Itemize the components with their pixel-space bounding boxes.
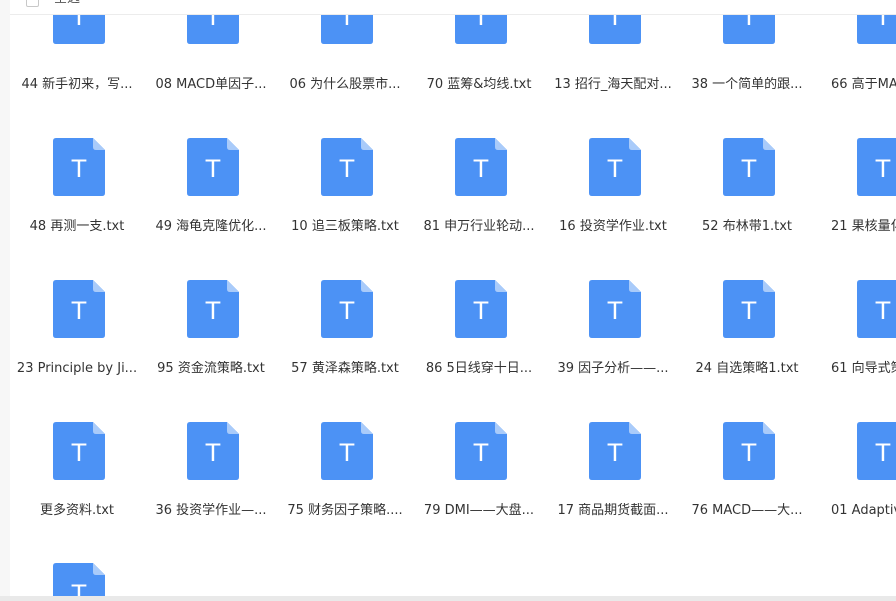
svg-text:T: T <box>473 297 489 325</box>
file-item[interactable]: T 01 Adaptive <box>814 0 896 518</box>
file-item[interactable]: T 36 投资学作业—... <box>144 0 278 518</box>
svg-text:T: T <box>875 439 891 467</box>
file-name: 49 海龟克隆优化... <box>155 219 267 234</box>
file-item[interactable]: T 79 DMI——大盘... <box>412 0 546 518</box>
file-name: 75 财务因子策略.... <box>287 503 403 518</box>
file-name: 81 申万行业轮动... <box>423 219 535 234</box>
svg-text:T: T <box>339 439 355 467</box>
select-all-checkbox[interactable] <box>26 0 39 7</box>
svg-text:T: T <box>741 439 757 467</box>
text-file-icon: T <box>53 138 105 196</box>
file-name: 16 投资学作业.txt <box>559 219 667 234</box>
svg-text:T: T <box>339 155 355 183</box>
file-item[interactable]: T 17 商品期货截面... <box>546 0 680 518</box>
svg-text:T: T <box>875 155 891 183</box>
file-name: 17 商品期货截面... <box>557 503 669 518</box>
text-file-icon: T <box>321 422 373 480</box>
select-all-label: 全选 <box>54 0 80 6</box>
text-file-icon: T <box>53 280 105 338</box>
svg-text:T: T <box>339 297 355 325</box>
svg-text:T: T <box>71 439 87 467</box>
text-file-icon: T <box>455 138 507 196</box>
text-file-icon: T <box>187 422 239 480</box>
file-item[interactable]: T 75 财务因子策略.... <box>278 0 412 518</box>
file-name: 61 向导式策 <box>831 361 896 376</box>
text-file-icon: T <box>321 138 373 196</box>
svg-text:T: T <box>205 439 221 467</box>
file-name: 10 追三板策略.txt <box>291 219 399 234</box>
text-file-icon: T <box>723 280 775 338</box>
file-name: 39 因子分析——... <box>557 361 669 376</box>
svg-text:T: T <box>875 297 891 325</box>
file-list-panel: 全选 T44 新手初来，写...T08 MACD单因子...T06 为什么股票市… <box>10 0 896 596</box>
text-file-icon: T <box>857 422 896 480</box>
file-name: 57 黄泽森策略.txt <box>291 361 399 376</box>
svg-text:T: T <box>473 155 489 183</box>
text-file-icon: T <box>589 422 641 480</box>
svg-text:T: T <box>71 155 87 183</box>
file-name: 48 再测一支.txt <box>29 219 125 234</box>
text-file-icon: T <box>857 138 896 196</box>
text-file-icon: T <box>723 422 775 480</box>
file-name: 36 投资学作业—... <box>155 503 267 518</box>
horizontal-scrollbar[interactable] <box>0 596 896 601</box>
svg-text:T: T <box>741 155 757 183</box>
text-file-icon: T <box>321 280 373 338</box>
svg-text:T: T <box>741 297 757 325</box>
text-file-icon: T <box>589 280 641 338</box>
file-item[interactable]: T <box>10 0 144 596</box>
file-name: 24 自选策略1.txt <box>695 361 799 376</box>
svg-text:T: T <box>205 297 221 325</box>
file-name: 86 5日线穿十日... <box>425 361 533 376</box>
file-name: 21 果核量化 <box>831 219 896 234</box>
file-name: 95 资金流策略.txt <box>157 361 265 376</box>
list-header: 全选 <box>10 0 896 15</box>
svg-text:T: T <box>607 439 623 467</box>
file-name: 更多资料.txt <box>39 503 115 518</box>
text-file-icon: T <box>723 138 775 196</box>
file-name: 79 DMI——大盘... <box>423 503 535 518</box>
text-file-icon: T <box>53 422 105 480</box>
file-name: 52 布林带1.txt <box>702 219 792 234</box>
text-file-icon: T <box>187 280 239 338</box>
text-file-icon: T <box>589 138 641 196</box>
file-name: 01 Adaptive <box>831 503 896 518</box>
file-item[interactable]: T 76 MACD——大... <box>680 0 814 518</box>
file-name: 23 Principle by Ji... <box>16 361 138 376</box>
text-file-icon: T <box>53 563 105 596</box>
text-file-icon: T <box>455 422 507 480</box>
text-file-icon: T <box>187 138 239 196</box>
svg-text:T: T <box>607 297 623 325</box>
svg-text:T: T <box>71 297 87 325</box>
svg-text:T: T <box>205 155 221 183</box>
svg-text:T: T <box>473 439 489 467</box>
svg-text:T: T <box>71 580 87 596</box>
svg-text:T: T <box>607 155 623 183</box>
text-file-icon: T <box>455 280 507 338</box>
file-name: 76 MACD——大... <box>691 503 803 518</box>
text-file-icon: T <box>857 280 896 338</box>
